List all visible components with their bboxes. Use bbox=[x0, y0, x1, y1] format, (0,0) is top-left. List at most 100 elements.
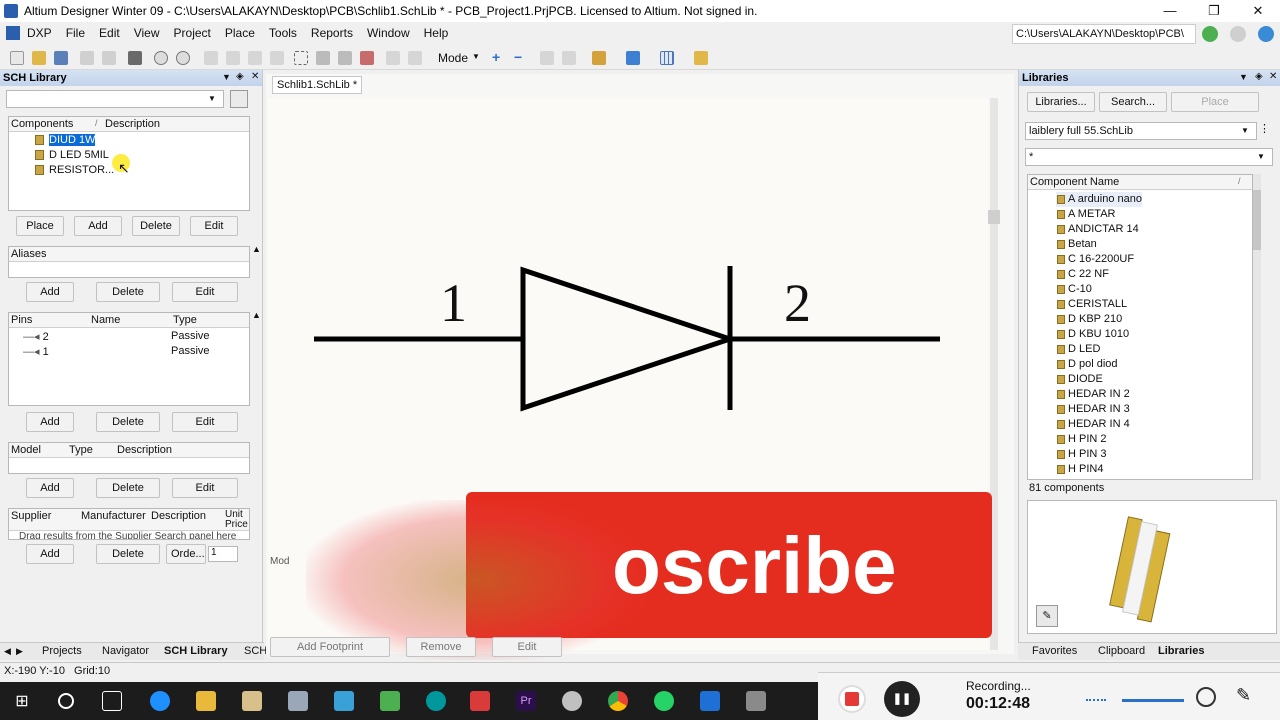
new-document-icon[interactable] bbox=[10, 51, 24, 65]
menu-help[interactable]: Help bbox=[417, 26, 456, 40]
edge-icon[interactable] bbox=[150, 691, 170, 711]
forward-icon[interactable] bbox=[1230, 26, 1246, 42]
name-column-header[interactable]: Name bbox=[91, 314, 120, 326]
path-combo[interactable]: C:\Users\ALAKAYN\Desktop\PCB\ bbox=[1012, 24, 1196, 44]
undo-icon[interactable] bbox=[386, 51, 400, 65]
library-item[interactable]: Betan bbox=[1056, 237, 1097, 252]
components-column-header[interactable]: Components bbox=[11, 118, 73, 130]
menu-edit[interactable]: Edit bbox=[92, 26, 127, 40]
add-alias-button[interactable]: Add bbox=[26, 282, 74, 302]
minimize-button[interactable]: — bbox=[1148, 0, 1192, 22]
redo-icon[interactable] bbox=[408, 51, 422, 65]
cortana-icon[interactable] bbox=[58, 693, 74, 709]
paste-icon[interactable] bbox=[248, 51, 262, 65]
add-part-icon[interactable]: + bbox=[492, 50, 506, 65]
cut-icon[interactable] bbox=[204, 51, 218, 65]
restore-button[interactable]: ❐ bbox=[1192, 0, 1236, 22]
next-part-icon[interactable] bbox=[562, 51, 576, 65]
zoom-out-icon[interactable] bbox=[176, 51, 190, 65]
tab-navigator[interactable]: Navigator bbox=[102, 645, 149, 657]
menu-dxp[interactable]: DXP bbox=[20, 26, 59, 40]
add-component-button[interactable]: Add bbox=[74, 216, 122, 236]
prev-part-icon[interactable] bbox=[540, 51, 554, 65]
tab-scroll-right-icon[interactable]: ▶ bbox=[16, 646, 23, 657]
scrollbar-thumb[interactable] bbox=[988, 210, 1000, 224]
menu-place[interactable]: Place bbox=[218, 26, 262, 40]
chevron-down-icon[interactable]: ▼ bbox=[1241, 126, 1249, 135]
edit-component-button[interactable]: Edit bbox=[190, 216, 238, 236]
panel-menu-icon[interactable]: ▼ bbox=[1239, 72, 1248, 82]
pin-icon[interactable]: ◈ bbox=[1255, 71, 1263, 82]
print-preview-icon[interactable] bbox=[102, 51, 116, 65]
library-item[interactable]: D pol diod bbox=[1056, 357, 1118, 372]
library-item[interactable]: ANDICTAR 14 bbox=[1056, 222, 1139, 237]
delete-component-button[interactable]: Delete bbox=[132, 216, 180, 236]
tab-sch-library[interactable]: SCH Library bbox=[164, 645, 228, 657]
library-item[interactable]: D KBU 1010 bbox=[1056, 327, 1129, 342]
grid-icon[interactable] bbox=[660, 51, 674, 65]
library-item[interactable]: H PIN4 bbox=[1056, 462, 1103, 477]
component-item-d-led-5mil[interactable]: D LED 5MIL bbox=[33, 148, 109, 162]
edit-pin-button[interactable]: Edit bbox=[172, 412, 238, 432]
library-item[interactable]: HEDAR IN 3 bbox=[1056, 402, 1130, 417]
menu-file[interactable]: File bbox=[59, 26, 92, 40]
model-type-column-header[interactable]: Type bbox=[69, 444, 93, 456]
supplier-column-header[interactable]: Supplier bbox=[11, 510, 51, 522]
supplier-description-column-header[interactable]: Description bbox=[151, 510, 206, 522]
select-area-icon[interactable] bbox=[294, 51, 308, 65]
edit-footprint-button[interactable]: Edit bbox=[492, 637, 562, 657]
open-folder-icon[interactable] bbox=[32, 51, 46, 65]
mail-icon[interactable] bbox=[700, 691, 720, 711]
library-item[interactable]: CERISTALL bbox=[1056, 297, 1127, 312]
panel-menu-icon[interactable]: ▼ bbox=[222, 72, 231, 82]
description-column-header[interactable]: Description bbox=[105, 118, 160, 130]
globe-icon[interactable] bbox=[1258, 26, 1274, 42]
delete-pin-button[interactable]: Delete bbox=[96, 412, 160, 432]
arduino-icon[interactable] bbox=[426, 691, 446, 711]
delete-supplier-button[interactable]: Delete bbox=[96, 544, 160, 564]
open-device-icon[interactable] bbox=[128, 51, 142, 65]
pin-row[interactable]: —◂ 1 Passive bbox=[23, 345, 243, 358]
windows-start-icon[interactable]: ⊞ bbox=[12, 691, 32, 711]
app-icon[interactable] bbox=[562, 691, 582, 711]
close-panel-icon[interactable]: ✕ bbox=[251, 71, 259, 82]
component-search-input[interactable] bbox=[6, 90, 224, 108]
pin-icon[interactable]: ◈ bbox=[236, 71, 244, 82]
chevron-down-icon[interactable]: ▼ bbox=[1257, 152, 1265, 161]
add-pin-button[interactable]: Add bbox=[26, 412, 74, 432]
library-item[interactable]: A arduino nano bbox=[1056, 192, 1143, 207]
collapse-icon[interactable]: ▲ bbox=[252, 310, 261, 320]
premiere-icon[interactable]: Pr bbox=[516, 691, 536, 711]
order-button[interactable]: Orde... bbox=[166, 544, 206, 564]
zoom-in-icon[interactable] bbox=[154, 51, 168, 65]
dxp-icon[interactable] bbox=[6, 26, 20, 40]
copy-icon[interactable] bbox=[226, 51, 240, 65]
close-button[interactable]: ✕ bbox=[1236, 0, 1280, 22]
delete-alias-button[interactable]: Delete bbox=[96, 282, 160, 302]
library-item[interactable]: C 16-2200UF bbox=[1056, 252, 1134, 267]
order-quantity-stepper[interactable]: 1 bbox=[208, 546, 238, 562]
back-icon[interactable] bbox=[1202, 26, 1218, 42]
menu-project[interactable]: Project bbox=[167, 26, 218, 40]
tab-schlib1[interactable]: Schlib1.SchLib * bbox=[272, 76, 363, 94]
close-panel-icon[interactable]: ✕ bbox=[1269, 71, 1277, 82]
whatsapp-icon[interactable] bbox=[654, 691, 674, 711]
delete-model-button[interactable]: Delete bbox=[96, 478, 160, 498]
chevron-down-icon[interactable]: ▼ bbox=[208, 94, 216, 103]
model-manager-icon[interactable] bbox=[694, 51, 708, 65]
library-item[interactable]: A METAR bbox=[1056, 207, 1115, 222]
app-icon[interactable] bbox=[334, 691, 354, 711]
filter-input[interactable]: * bbox=[1025, 148, 1273, 166]
save-icon[interactable] bbox=[54, 51, 68, 65]
menu-window[interactable]: Window bbox=[360, 26, 417, 40]
store-icon[interactable] bbox=[242, 691, 262, 711]
model-description-column-header[interactable]: Description bbox=[117, 444, 172, 456]
app-icon[interactable] bbox=[470, 691, 490, 711]
remove-footprint-button[interactable]: Remove bbox=[406, 637, 476, 657]
scrollbar-thumb[interactable] bbox=[1253, 190, 1261, 250]
library-item[interactable]: C 22 NF bbox=[1056, 267, 1109, 282]
task-view-icon[interactable] bbox=[102, 691, 122, 711]
type-column-header[interactable]: Type bbox=[173, 314, 197, 326]
move-selection-icon[interactable] bbox=[338, 51, 352, 65]
search-button[interactable]: Search... bbox=[1099, 92, 1167, 112]
